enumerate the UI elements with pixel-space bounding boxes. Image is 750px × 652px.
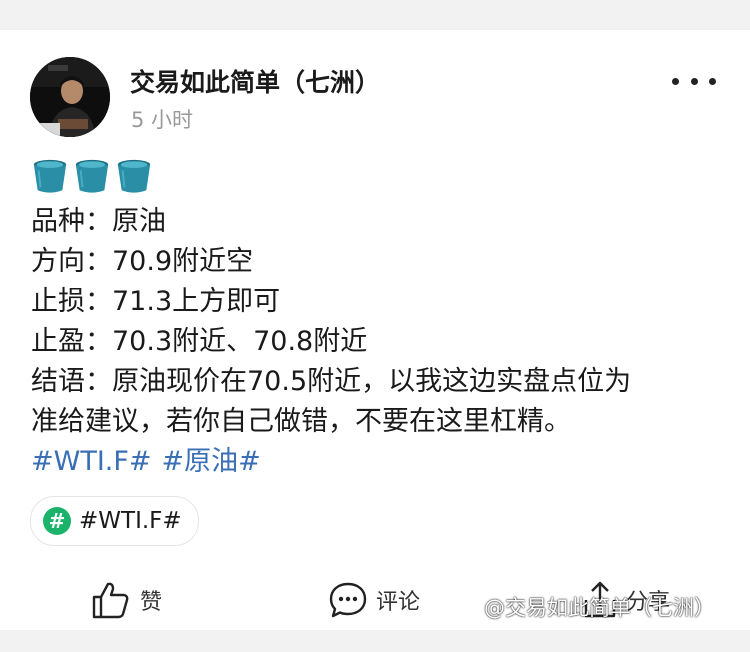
watermark: @交易如此简单（七洲） xyxy=(484,596,715,620)
comment-button[interactable]: 评论 xyxy=(328,570,420,630)
topic-chip-label: #WTI.F# xyxy=(79,508,182,534)
post-line-variety: 品种：原油 xyxy=(31,206,166,237)
topic-chip[interactable]: # #WTI.F# xyxy=(30,496,199,546)
author-name[interactable]: 交易如此简单（七洲） xyxy=(130,63,380,99)
avatar[interactable] xyxy=(30,57,110,137)
more-dot-icon xyxy=(672,77,679,85)
comment-label: 评论 xyxy=(376,590,421,615)
post-card: 交易如此简单（七洲） 5 小时 品种：原油 方向：70.9附近空 止损：71.3… xyxy=(0,30,750,630)
more-dot-icon xyxy=(690,77,698,85)
post-line-conclusion: 结语：原油现价在70.5附近，以我这边实盘点位为 xyxy=(31,366,632,397)
more-options-button[interactable] xyxy=(668,66,720,96)
thumbs-up-icon xyxy=(92,582,129,619)
comment-icon xyxy=(329,582,367,618)
more-dot-icon xyxy=(709,77,716,85)
hashtag-row: #WTI.F# #原油# xyxy=(31,442,721,482)
bucket-icon xyxy=(75,159,109,193)
post-time: 5 小时 xyxy=(131,108,194,132)
bucket-icon xyxy=(117,159,151,193)
post-body: 品种：原油 方向：70.9附近空 止损：71.3上方即可 止盈：70.3附近、7… xyxy=(31,202,721,482)
hashtag-link[interactable]: #WTI.F# xyxy=(31,446,152,477)
post-line-direction: 方向：70.9附近空 xyxy=(31,246,254,277)
like-button[interactable]: 赞 xyxy=(90,570,162,630)
like-label: 赞 xyxy=(140,590,163,615)
post-line-take-profit: 止盈：70.3附近、70.8附近 xyxy=(31,326,368,357)
hash-icon: # xyxy=(43,507,71,535)
emoji-row xyxy=(31,157,153,195)
post-line-stop-loss: 止损：71.3上方即可 xyxy=(31,286,281,317)
bucket-icon xyxy=(33,159,67,193)
post-line-conclusion-cont: 准给建议，若你自己做错，不要在这里杠精。 xyxy=(31,406,571,437)
hashtag-link[interactable]: #原油# xyxy=(162,446,261,477)
